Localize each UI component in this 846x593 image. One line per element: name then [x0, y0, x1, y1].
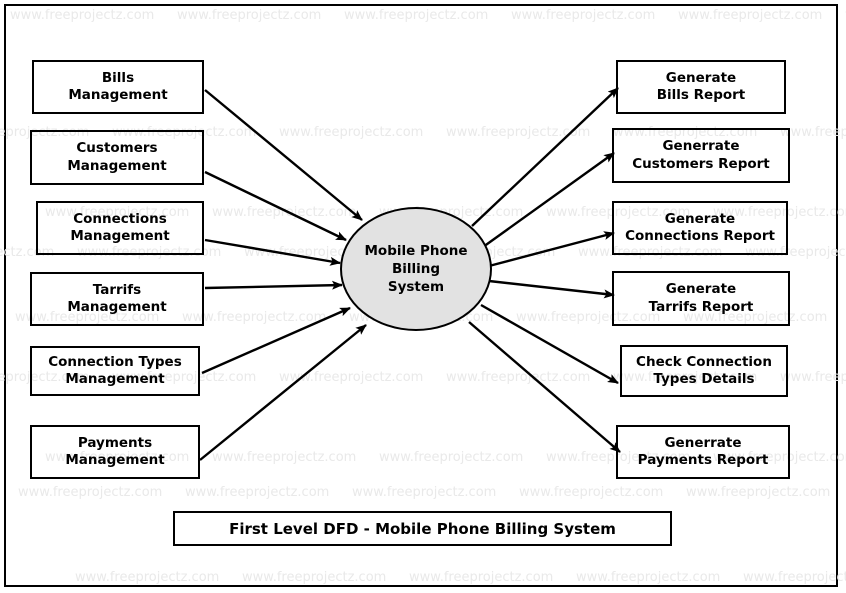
entity-check-connection-types-details[interactable]: Check Connection Types Details — [620, 345, 788, 397]
dfd-diagram-canvas: www.freeprojectz.com www.freeprojectz.com… — [0, 0, 846, 593]
flow-bills-to-process — [204, 89, 363, 221]
entity-generate-customers-report[interactable]: Generrate Customers Report — [612, 128, 790, 183]
entity-tarrifs-management[interactable]: Tarrifs Management — [30, 272, 204, 326]
flow-process-to-bills-report — [471, 87, 619, 227]
entity-connections-management[interactable]: Connections Management — [36, 201, 204, 255]
flow-connections-to-process — [204, 238, 341, 266]
entity-connections-management-label: Connections Management — [70, 210, 170, 244]
flow-customers-to-process — [204, 170, 347, 242]
entity-tarrifs-management-label: Tarrifs Management — [67, 281, 167, 315]
diagram-caption-label: First Level DFD - Mobile Phone Billing S… — [229, 519, 616, 538]
entity-generate-customers-report-label: Generrate Customers Report — [632, 138, 770, 172]
flow-process-to-tarrifs-report — [488, 279, 615, 299]
flow-process-to-connection-types-details — [480, 303, 619, 385]
entity-customers-management[interactable]: Customers Management — [30, 130, 204, 185]
entity-generate-connections-report-label: Generate Connections Report — [625, 210, 775, 244]
flow-tarrifs-to-process — [204, 280, 343, 290]
entity-generate-payments-report[interactable]: Generrate Payments Report — [616, 425, 790, 479]
entity-generate-tarrifs-report-label: Generate Tarrifs Report — [648, 281, 754, 315]
entity-connection-types-management-label: Connection Types Management — [48, 353, 182, 387]
flow-payments-to-process — [199, 324, 367, 461]
entity-bills-management-label: Bills Management — [68, 69, 168, 103]
entity-generate-bills-report[interactable]: Generate Bills Report — [616, 60, 786, 114]
entity-generate-payments-report-label: Generrate Payments Report — [637, 434, 769, 468]
diagram-caption: First Level DFD - Mobile Phone Billing S… — [173, 511, 672, 546]
flow-process-to-connections-report — [488, 231, 615, 268]
entity-bills-management[interactable]: Bills Management — [32, 60, 204, 114]
process-mobile-phone-billing-system[interactable]: Mobile Phone Billing System — [340, 207, 492, 331]
entity-payments-management[interactable]: Payments Management — [30, 425, 200, 479]
entity-payments-management-label: Payments Management — [65, 434, 165, 468]
entity-connection-types-management[interactable]: Connection Types Management — [30, 346, 200, 396]
process-label: Mobile Phone Billing System — [364, 242, 468, 296]
entity-generate-connections-report[interactable]: Generate Connections Report — [612, 201, 788, 255]
flow-connection-types-to-process — [201, 306, 351, 375]
entity-customers-management-label: Customers Management — [67, 140, 167, 174]
entity-generate-tarrifs-report[interactable]: Generate Tarrifs Report — [612, 271, 790, 326]
flow-process-to-customers-report — [482, 152, 615, 248]
entity-check-connection-types-details-label: Check Connection Types Details — [636, 353, 772, 387]
entity-generate-bills-report-label: Generate Bills Report — [656, 69, 746, 103]
